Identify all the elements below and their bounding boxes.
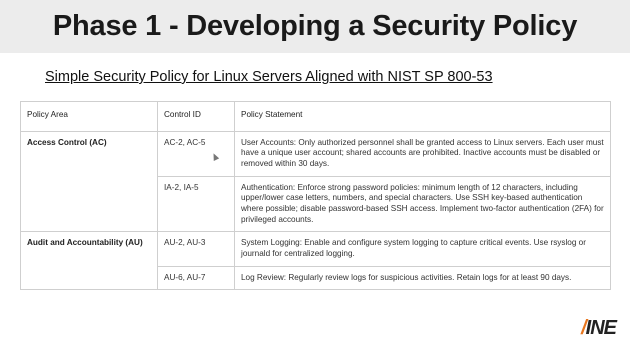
control-id-cell: AC-2, AC-5 — [157, 130, 235, 177]
slide-subtitle: Simple Security Policy for Linux Servers… — [45, 69, 493, 85]
table-header-row: Policy Area Control ID Policy Statement — [20, 101, 611, 132]
logo-text: INE — [585, 317, 617, 339]
header-policy-statement: Policy Statement — [234, 101, 611, 132]
policy-statement-cell: System Logging: Enable and configure sys… — [234, 231, 611, 267]
title-band: Phase 1 - Developing a Security Policy — [0, 0, 630, 53]
policy-statement-cell: User Accounts: Only authorized personnel… — [234, 130, 611, 177]
ine-logo: /INE — [581, 317, 617, 340]
table-row: Access Control (AC) AC-2, AC-5 User Acco… — [20, 130, 611, 233]
policy-area-cell: Audit and Accountability (AU) — [20, 231, 158, 291]
policy-area-cell: Access Control (AC) — [20, 130, 158, 233]
slide-title: Phase 1 - Developing a Security Policy — [52, 10, 578, 42]
policy-statement-cell: Authentication: Enforce strong password … — [234, 175, 611, 233]
table-row: Audit and Accountability (AU) AU-2, AU-3… — [20, 231, 611, 291]
header-policy-area: Policy Area — [20, 101, 158, 132]
control-id-cell: AU-6, AU-7 — [157, 265, 235, 291]
header-control-id: Control ID — [157, 101, 235, 132]
control-id-cell: AU-2, AU-3 — [157, 231, 235, 267]
policy-statement-cell: Log Review: Regularly review logs for su… — [234, 265, 611, 291]
control-id-cell: IA-2, IA-5 — [157, 175, 235, 233]
policy-table: Policy Area Control ID Policy Statement … — [20, 101, 611, 291]
